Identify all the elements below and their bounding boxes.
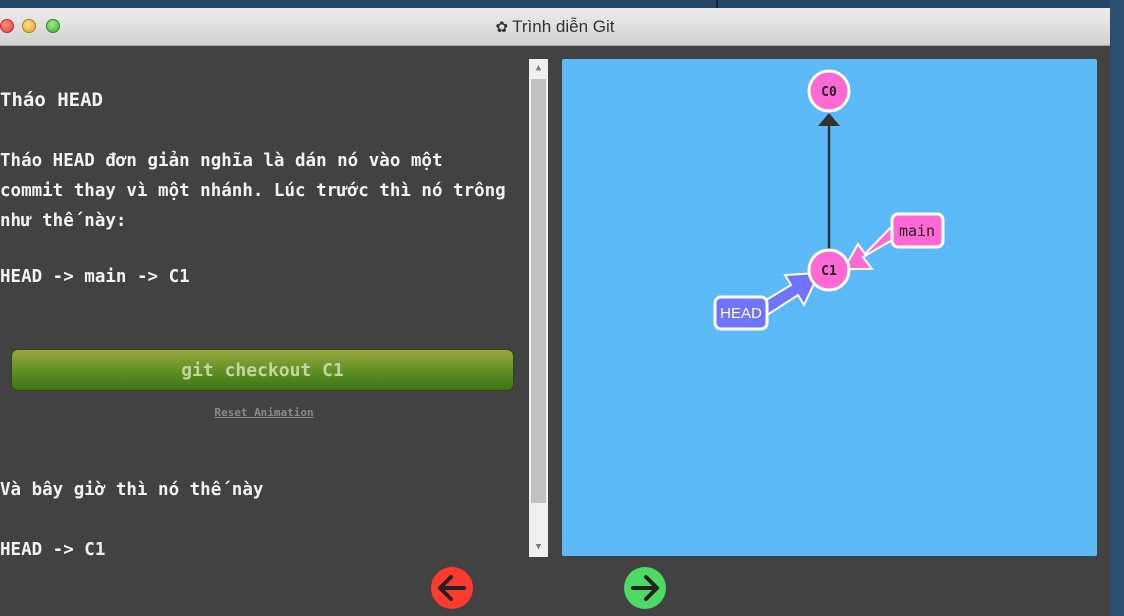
lesson-paragraph-line: như thế này: <box>0 211 127 231</box>
run-command-button[interactable]: git checkout C1 <box>11 349 514 391</box>
desktop-edge <box>1110 0 1124 616</box>
commit-label-c1: C1 <box>821 264 837 279</box>
lesson-paragraph-line: Tháo HEAD đơn giản nghĩa là dán nó vào m… <box>0 151 443 171</box>
next-step-button[interactable] <box>623 566 667 610</box>
branch-label-main: main <box>899 222 935 240</box>
git-graph-canvas: main HEAD C0 C1 <box>562 59 1097 556</box>
title-bar[interactable]: ✿ Trình diễn Git <box>0 8 1110 46</box>
arrow-right-icon <box>624 567 666 609</box>
reset-animation-link[interactable]: Reset Animation <box>0 406 528 419</box>
arrow-left-icon <box>431 567 473 609</box>
head-label: HEAD <box>720 305 762 322</box>
lesson-paragraph: Tháo HEAD đơn giản nghĩa là dán nó vào m… <box>0 146 506 236</box>
window-title: Trình diễn Git <box>512 16 615 36</box>
scroll-thumb[interactable] <box>531 79 546 503</box>
lesson-panel: Tháo HEAD Tháo HEAD đơn giản nghĩa là dá… <box>0 56 528 558</box>
scroll-down-arrow-icon[interactable]: ▼ <box>529 540 548 555</box>
scroll-up-arrow-icon[interactable]: ▲ <box>529 61 548 76</box>
code-after: HEAD -> C1 <box>0 540 106 558</box>
desktop-divider <box>716 0 718 8</box>
desktop-background <box>0 0 1124 8</box>
lesson-paragraph-line: commit thay vì một nhánh. Lúc trước thì … <box>0 181 506 201</box>
lesson-heading: Tháo HEAD <box>0 89 103 111</box>
gear-icon: ✿ <box>495 18 509 36</box>
commit-label-c0: C0 <box>821 85 837 100</box>
window-title-group: ✿ Trình diễn Git <box>0 8 1110 45</box>
code-before: HEAD -> main -> C1 <box>0 267 190 287</box>
edge-arrowhead <box>818 113 840 126</box>
lesson-scrollbar[interactable]: ▲ ▼ <box>529 59 548 557</box>
app-window: ✿ Trình diễn Git Tháo HEAD Tháo HEAD đơn… <box>0 8 1110 616</box>
git-graph-svg: main HEAD C0 C1 <box>713 69 945 331</box>
previous-step-button[interactable] <box>430 566 474 610</box>
after-text: Và bây giờ thì nó thế này <box>0 480 264 500</box>
